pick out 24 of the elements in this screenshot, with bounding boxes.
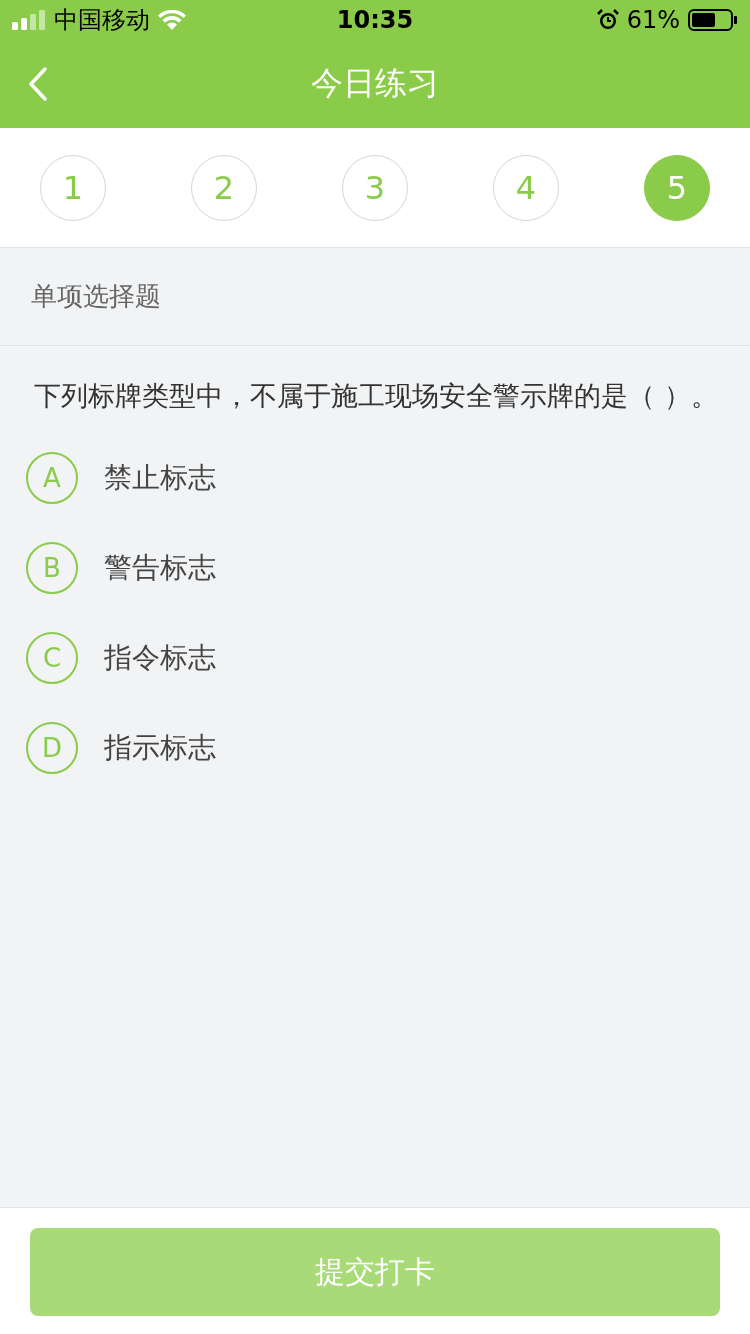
option-label[interactable]: 禁止标志 — [104, 459, 216, 497]
question-number-tab[interactable]: 5 — [644, 154, 710, 221]
option-label[interactable]: 警告标志 — [104, 549, 216, 587]
option-radio[interactable]: D — [26, 722, 78, 774]
option-radio[interactable]: C — [26, 632, 78, 684]
question-number-tab[interactable]: 4 — [493, 154, 559, 221]
option-radio[interactable]: B — [26, 542, 78, 594]
question-number-tab[interactable]: 3 — [342, 154, 408, 221]
carrier-name: 中国移动 — [54, 5, 150, 36]
question-number-tab[interactable]: 2 — [191, 154, 257, 221]
question-type-label: 单项选择题 — [31, 280, 161, 313]
option-label[interactable]: 指示标志 — [104, 729, 216, 767]
wifi-icon — [158, 10, 186, 30]
alarm-icon — [596, 9, 619, 31]
question-number-tab[interactable]: 1 — [40, 154, 106, 221]
back-icon[interactable] — [28, 67, 48, 101]
option-radio[interactable]: A — [26, 452, 78, 504]
clock-time: 10:35 — [336, 6, 414, 34]
question-text: 下列标牌类型中，不属于施工现场安全警示牌的是（ ）。 — [34, 379, 719, 413]
option-label[interactable]: 指令标志 — [104, 639, 216, 677]
page-title: 今日练习 — [311, 63, 439, 104]
battery-icon — [688, 9, 738, 31]
signal-icon — [12, 10, 46, 30]
battery-percent: 61% — [626, 6, 680, 34]
